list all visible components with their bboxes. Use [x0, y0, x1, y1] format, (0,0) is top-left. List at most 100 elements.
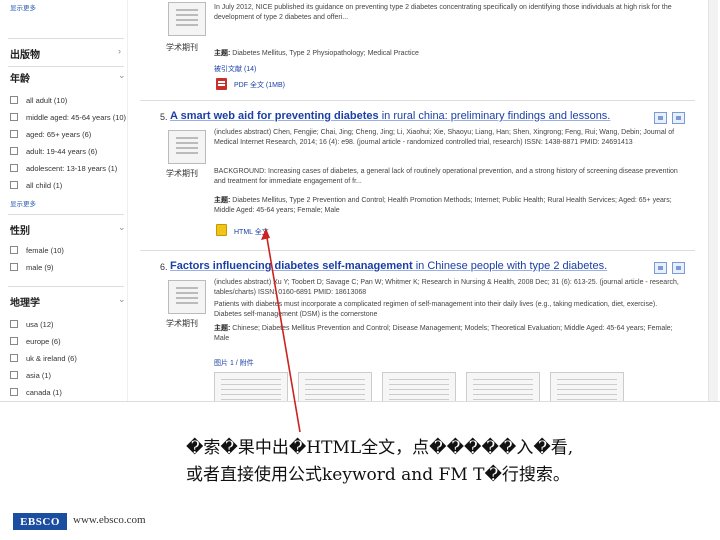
facet-option-label: adult: 19-44 years (6): [26, 146, 98, 156]
divider: [8, 66, 124, 67]
facet-option-label: usa (12): [26, 319, 54, 329]
result-title-link[interactable]: A smart web aid for preventing diabetes …: [170, 110, 610, 122]
document-icon: [168, 2, 206, 36]
scrollbar[interactable]: [708, 0, 718, 401]
facet-option-label: asia (1): [26, 370, 52, 380]
result-source: (includes abstract) Chen, Fengjie; Chai,…: [214, 129, 675, 146]
facet-option-label: female (10): [26, 245, 64, 255]
checkbox[interactable]: [10, 164, 18, 172]
facet-option-label: adolescent: 13-18 years (1): [26, 163, 118, 173]
facet-option[interactable]: usa (12): [10, 318, 54, 330]
subjects-label: 主题:: [214, 50, 231, 57]
preview-icon[interactable]: [672, 112, 685, 124]
facet-option-label: aged: 65+ years (6): [26, 129, 92, 139]
chevron-right-icon[interactable]: ›: [118, 46, 121, 56]
logo-text: EBSCO: [20, 515, 60, 528]
facet-heading-gender[interactable]: 性别: [10, 222, 30, 237]
publication-type: 学术期刊: [166, 319, 198, 328]
results-list: 学术期刊 In July 2012, NICE published its gu…: [140, 0, 695, 401]
result-number: 6.: [160, 262, 168, 272]
facet-option-label: europe (6): [26, 336, 61, 346]
checkbox[interactable]: [10, 96, 18, 104]
facet-option[interactable]: uk & ireland (6): [10, 352, 77, 364]
checkbox[interactable]: [10, 130, 18, 138]
images-link[interactable]: 图片 1 / 附件: [214, 358, 254, 368]
title-rest: in rural china: preliminary findings and…: [378, 110, 611, 122]
pdf-full-text-link[interactable]: PDF 全文 (1MB): [234, 80, 285, 90]
folder-icon[interactable]: [654, 262, 667, 274]
checkbox[interactable]: [10, 263, 18, 271]
document-icon: [168, 130, 206, 164]
image-thumbnail[interactable]: [214, 372, 288, 401]
pdf-icon[interactable]: [216, 78, 227, 90]
checkbox[interactable]: [10, 246, 18, 254]
checkbox[interactable]: [10, 388, 18, 396]
checkbox[interactable]: [10, 337, 18, 345]
facet-option-label: middle aged: 45-64 years (10): [26, 112, 127, 122]
facet-option[interactable]: canada (1): [10, 386, 62, 398]
subjects-value: Diabetes Mellitus, Type 2 Physiopatholog…: [232, 50, 419, 57]
annotation-caption-line1: �索�果中出�HTML全文，点�����入�看,: [186, 438, 574, 458]
result-title-link[interactable]: Factors influencing diabetes self-manage…: [170, 260, 607, 272]
facet-option[interactable]: male (9): [10, 261, 54, 273]
show-more-link[interactable]: 显示更多: [10, 198, 36, 208]
result-source: (includes abstract) Xu Y; Toobert D; Sav…: [214, 279, 679, 296]
document-icon: [168, 280, 206, 314]
title-rest: in Chinese people with type 2 diabetes.: [412, 260, 608, 272]
image-thumbnail[interactable]: [466, 372, 540, 401]
result-separator: [140, 100, 695, 101]
facet-option[interactable]: adult: 19-44 years (6): [10, 145, 97, 157]
checkbox[interactable]: [10, 181, 18, 189]
result-separator: [140, 250, 695, 251]
facet-option[interactable]: middle aged: 45-64 years (10): [10, 111, 126, 123]
checkbox[interactable]: [10, 371, 18, 379]
result-number: 5.: [160, 112, 168, 122]
subjects-label: 主题:: [214, 325, 231, 332]
result-abstract: BACKGROUND: Increasing cases of diabetes…: [214, 168, 678, 185]
divider: [8, 214, 124, 215]
html-full-text-link[interactable]: HTML 全文: [234, 227, 269, 237]
checkbox[interactable]: [10, 320, 18, 328]
publication-type: 学术期刊: [166, 169, 198, 178]
facet-heading-age[interactable]: 年龄: [10, 70, 30, 85]
checkbox[interactable]: [10, 147, 18, 155]
checkbox[interactable]: [10, 113, 18, 121]
result-abstract: In July 2012, NICE published its guidanc…: [214, 4, 672, 21]
chevron-down-icon[interactable]: ⌄: [118, 70, 126, 81]
facet-option[interactable]: adolescent: 13-18 years (1): [10, 162, 117, 174]
result-subjects: 主题: Diabetes Mellitus, Type 2 Prevention…: [214, 196, 684, 215]
cited-references-link[interactable]: 被引文献 (14): [214, 64, 256, 74]
facet-option[interactable]: all child (1): [10, 179, 62, 191]
preview-icon[interactable]: [672, 262, 685, 274]
folder-icon[interactable]: [654, 112, 667, 124]
result-subjects: 主题: Chinese; Diabetes Mellitus Preventio…: [214, 324, 684, 343]
html-icon[interactable]: [216, 224, 227, 236]
facet-option-label: male (9): [26, 262, 54, 272]
image-thumbnail[interactable]: [382, 372, 456, 401]
footer-url: www.ebsco.com: [73, 514, 146, 526]
image-thumbnail[interactable]: [550, 372, 624, 401]
result-abstract: Patients with diabetes must incorporate …: [214, 301, 658, 318]
facet-option-label: canada (1): [26, 387, 62, 397]
show-more-link[interactable]: 显示更多: [10, 2, 36, 12]
facet-option[interactable]: female (10): [10, 244, 64, 256]
annotation-caption-line2: 或者直接使用公式keyword and FM T�行搜索。: [186, 465, 570, 485]
subjects-label: 主题:: [214, 197, 231, 204]
facet-option[interactable]: aged: 65+ years (6): [10, 128, 91, 140]
chevron-down-icon[interactable]: ⌄: [118, 294, 126, 305]
subjects-value: Chinese; Diabetes Mellitus Prevention an…: [214, 325, 673, 342]
divider: [8, 38, 124, 39]
facet-option[interactable]: all adult (10): [10, 94, 67, 106]
image-thumbnail[interactable]: [298, 372, 372, 401]
title-highlight: Factors influencing diabetes self-manage…: [170, 260, 413, 272]
facet-option[interactable]: europe (6): [10, 335, 61, 347]
checkbox[interactable]: [10, 354, 18, 362]
facet-option-label: uk & ireland (6): [26, 353, 77, 363]
facet-heading-geography[interactable]: 地理学: [10, 294, 40, 309]
facet-heading-publication[interactable]: 出版物: [10, 46, 40, 61]
result-subjects: 主题: Diabetes Mellitus, Type 2 Physiopath…: [214, 49, 684, 59]
facet-option[interactable]: asia (1): [10, 369, 51, 381]
subjects-value: Diabetes Mellitus, Type 2 Prevention and…: [214, 197, 672, 214]
title-highlight: A smart web aid for preventing diabetes: [170, 110, 379, 122]
chevron-down-icon[interactable]: ⌄: [118, 222, 126, 233]
